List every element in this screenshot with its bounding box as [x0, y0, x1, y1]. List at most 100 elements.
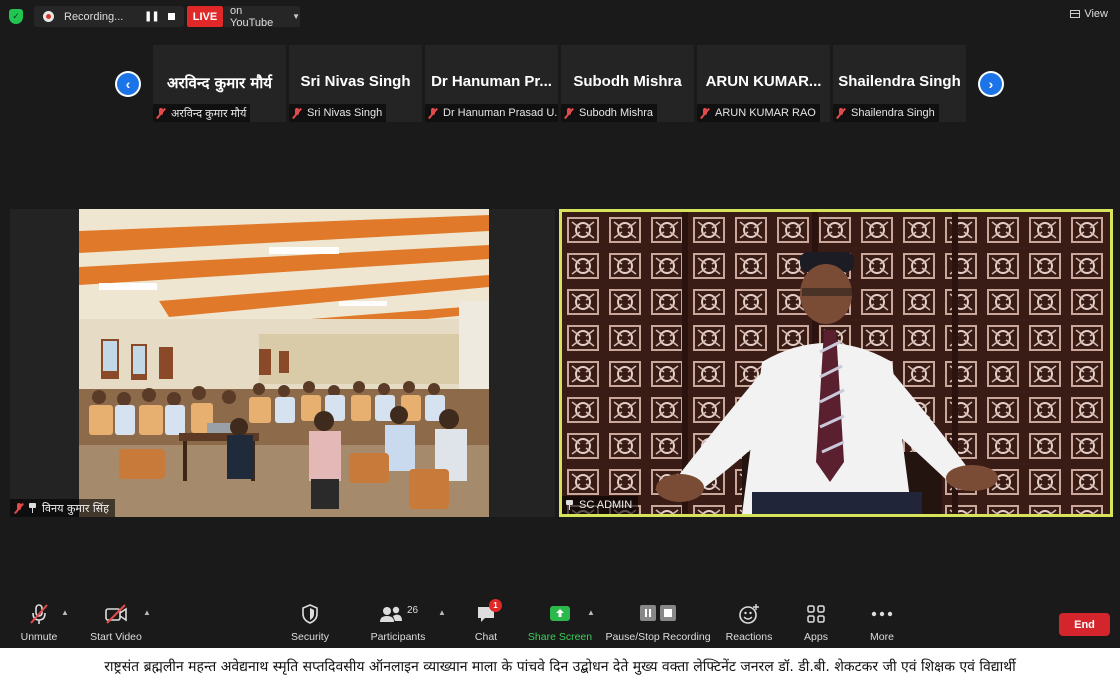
participant-tag-label: Shailendra Singh	[851, 107, 935, 119]
apps-button[interactable]: Apps	[798, 603, 834, 647]
chevron-right-icon: ›	[980, 73, 1002, 95]
participant-display-name: Sri Nivas Singh	[300, 73, 411, 90]
shield-icon	[301, 603, 319, 625]
speaker-scene-image	[562, 212, 1110, 514]
pin-icon	[566, 500, 573, 510]
top-bar: ✓ Recording... ❚❚ LIVE on YouTube ▼ View	[0, 0, 1120, 32]
unmute-label: Unmute	[20, 631, 58, 643]
muted-mic-icon	[14, 502, 24, 514]
muted-mic-icon	[564, 107, 574, 119]
pause-recording-icon[interactable]: ❚❚	[144, 11, 160, 22]
muted-mic-icon	[836, 107, 846, 119]
unmute-button[interactable]: Unmute	[14, 603, 64, 647]
smiley-icon	[738, 603, 760, 625]
participant-tag-label: विनय कुमार सिंह	[42, 501, 109, 515]
participant-display-name: Subodh Mishra	[573, 73, 682, 90]
classroom-scene-image	[79, 209, 489, 517]
share-options-caret-icon[interactable]: ▲	[587, 608, 595, 617]
video-off-icon	[104, 603, 128, 625]
share-screen-icon	[549, 603, 571, 625]
chat-bubble-icon: 1	[476, 599, 502, 625]
participant-name-tag: अरविन्द कुमार मौर्य	[153, 104, 251, 122]
chevron-left-icon: ‹	[117, 73, 139, 95]
participant-thumbnail[interactable]: Shailendra Singh Shailendra Singh	[833, 45, 966, 122]
participant-thumbnail[interactable]: Sri Nivas Singh Sri Nivas Singh	[289, 45, 422, 122]
reactions-button[interactable]: Reactions	[724, 603, 774, 647]
chat-button[interactable]: 1 Chat	[468, 599, 504, 647]
zoom-meeting-window: ✓ Recording... ❚❚ LIVE on YouTube ▼ View…	[0, 0, 1120, 648]
participant-display-name: ARUN KUMAR...	[705, 73, 822, 90]
muted-microphone-icon	[28, 603, 50, 625]
participant-tag-label: अरविन्द कुमार मौर्य	[171, 107, 247, 120]
reactions-label: Reactions	[725, 631, 773, 643]
share-screen-button[interactable]: Share Screen	[528, 603, 592, 647]
participant-thumbnail[interactable]: Subodh Mishra Subodh Mishra	[561, 45, 694, 122]
participant-tag-label: SC ADMIN	[579, 499, 633, 511]
participant-tag-label: ARUN KUMAR RAO	[715, 107, 816, 119]
participants-icon: 26	[378, 603, 418, 625]
more-label: More	[870, 631, 894, 643]
pause-stop-recording-button[interactable]: Pause/Stop Recording	[605, 603, 711, 647]
meeting-toolbar: Unmute ▲ Start Video ▲ Security 26 Parti…	[0, 599, 1120, 648]
video-options-caret-icon[interactable]: ▲	[143, 608, 151, 617]
participant-tag-label: Sri Nivas Singh	[307, 107, 383, 119]
pin-icon	[29, 503, 36, 513]
participant-thumbnail[interactable]: ARUN KUMAR... ARUN KUMAR RAO	[697, 45, 830, 122]
next-page-button[interactable]: ›	[978, 71, 1004, 97]
live-badge[interactable]: LIVE	[187, 6, 223, 27]
start-video-label: Start Video	[90, 631, 142, 643]
speaker-video-feed	[562, 212, 1110, 514]
participants-button[interactable]: 26 Participants	[366, 603, 430, 647]
muted-mic-icon	[292, 107, 302, 119]
view-button[interactable]: View	[1070, 8, 1108, 20]
more-dots-icon	[871, 603, 893, 625]
apps-icon	[806, 603, 826, 625]
participant-tag-label: Subodh Mishra	[579, 107, 653, 119]
more-button[interactable]: More	[864, 603, 900, 647]
security-shield-icon[interactable]: ✓	[9, 9, 23, 24]
participants-count: 26	[406, 604, 419, 616]
recording-indicator: Recording... ❚❚	[34, 6, 184, 27]
participant-name-tag: Shailendra Singh	[833, 104, 939, 122]
youtube-label: on YouTube	[230, 4, 274, 29]
pause-stop-recording-label: Pause/Stop Recording	[605, 631, 711, 643]
participant-name-tag: ARUN KUMAR RAO	[697, 104, 820, 122]
participant-name-tag: Subodh Mishra	[561, 104, 657, 122]
participant-display-name: Shailendra Singh	[838, 73, 961, 90]
image-caption: राष्ट्रसंत ब्रह्मलीन महन्त अवेद्यनाथ स्म…	[0, 648, 1120, 685]
view-label: View	[1084, 8, 1108, 20]
muted-mic-icon	[428, 107, 438, 119]
stop-recording-icon[interactable]	[168, 13, 175, 20]
participant-tag-label: Dr Hanuman Prasad U...	[443, 107, 558, 119]
share-screen-label: Share Screen	[527, 631, 593, 643]
previous-page-button[interactable]: ‹	[115, 71, 141, 97]
participant-thumbnail[interactable]: Dr Hanuman Pr... Dr Hanuman Prasad U...	[425, 45, 558, 122]
participant-name-tag: विनय कुमार सिंह	[10, 499, 115, 517]
video-tile-classroom[interactable]: विनय कुमार सिंह	[10, 209, 555, 517]
record-dot-icon	[43, 11, 54, 22]
participant-name-tag: Sri Nivas Singh	[289, 104, 387, 122]
chevron-down-icon: ▼	[292, 12, 300, 21]
video-tile-active-speaker[interactable]: SC ADMIN	[559, 209, 1113, 517]
muted-mic-icon	[156, 107, 166, 119]
live-on-youtube-dropdown[interactable]: on YouTube ▼	[224, 4, 300, 29]
participants-options-caret-icon[interactable]: ▲	[438, 608, 446, 617]
start-video-button[interactable]: Start Video	[86, 603, 146, 647]
participant-name-tag: SC ADMIN	[562, 496, 639, 514]
view-grid-icon	[1070, 10, 1081, 18]
participant-display-name: Dr Hanuman Pr...	[431, 73, 552, 90]
participant-display-name: अरविन्द कुमार मौर्य	[167, 74, 272, 92]
classroom-video-feed	[79, 209, 489, 517]
apps-label: Apps	[804, 631, 828, 643]
recording-label: Recording...	[64, 10, 124, 23]
pause-stop-recording-icon	[638, 603, 678, 625]
chat-unread-badge: 1	[489, 599, 502, 612]
security-button[interactable]: Security	[288, 603, 332, 647]
muted-mic-icon	[700, 107, 710, 119]
chat-label: Chat	[474, 631, 498, 643]
participant-thumbnail[interactable]: अरविन्द कुमार मौर्य अरविन्द कुमार मौर्य	[153, 45, 286, 122]
end-meeting-button[interactable]: End	[1059, 613, 1110, 636]
security-label: Security	[291, 631, 329, 643]
audio-options-caret-icon[interactable]: ▲	[61, 608, 69, 617]
participants-label: Participants	[370, 631, 426, 643]
